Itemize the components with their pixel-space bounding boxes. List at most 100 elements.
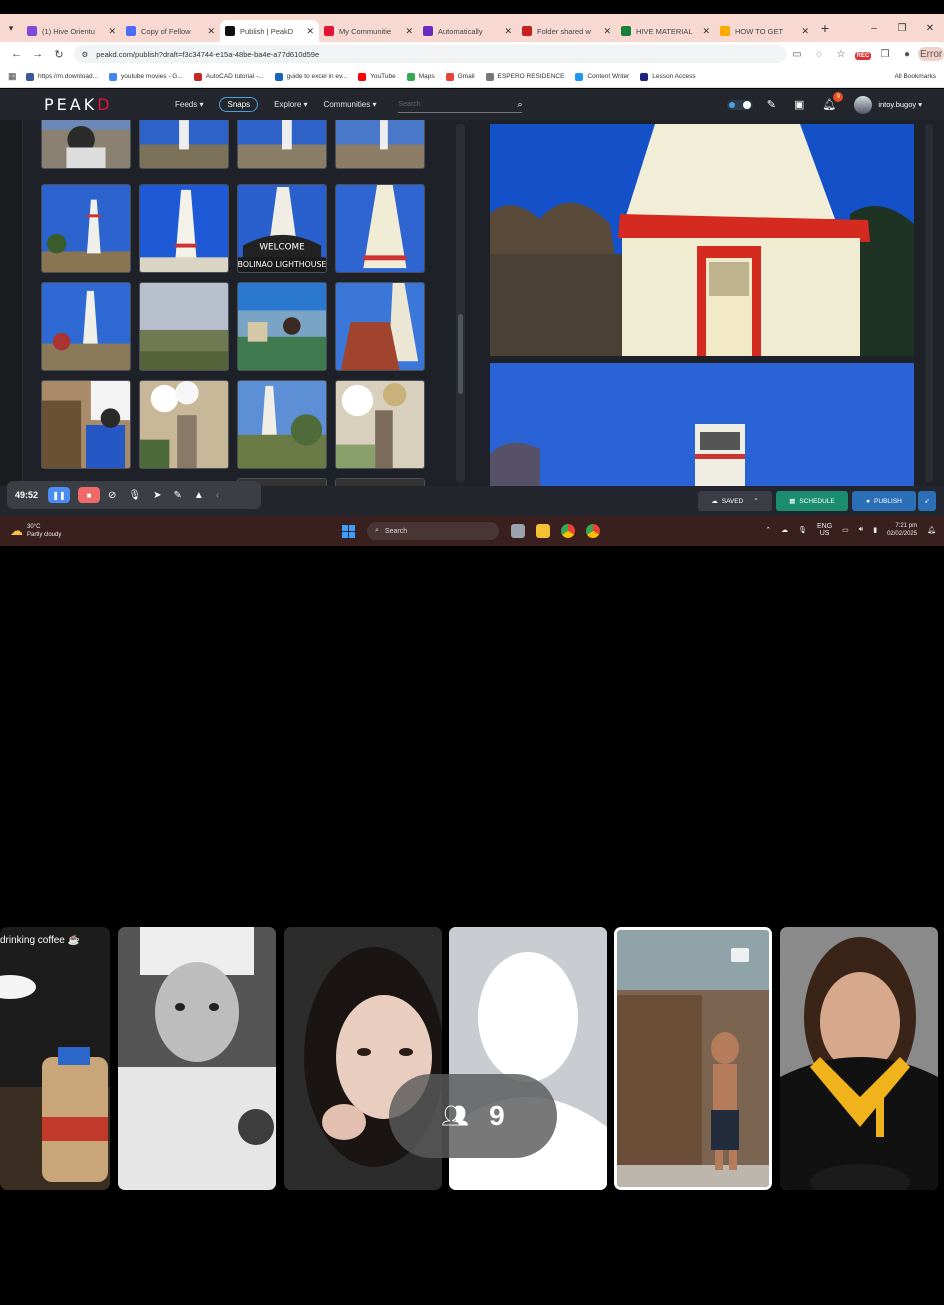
gallery-thumb[interactable] <box>237 282 327 371</box>
collapse-icon[interactable]: ‹ <box>216 490 219 501</box>
gallery-thumb[interactable] <box>335 380 425 469</box>
tab-close-icon[interactable]: ✕ <box>603 26 611 37</box>
gallery-thumb[interactable] <box>139 120 229 169</box>
close-window-icon[interactable]: ✕ <box>916 23 944 34</box>
start-button[interactable] <box>342 524 355 538</box>
gallery-thumb[interactable] <box>335 120 425 169</box>
reload-icon[interactable]: ↻ <box>48 48 69 61</box>
bookmark-item[interactable]: https://m.download... <box>26 72 98 81</box>
bookmark-item[interactable]: Gmail <box>445 72 475 81</box>
tab-close-icon[interactable]: ✕ <box>801 26 809 37</box>
cast-icon[interactable]: ▭ <box>786 49 808 60</box>
chrome-icon[interactable] <box>561 524 575 538</box>
file-explorer-icon[interactable] <box>536 524 550 538</box>
tab-close-icon[interactable]: ✕ <box>405 26 413 37</box>
cursor-icon[interactable]: ➤ <box>153 490 161 501</box>
taskbar-search[interactable]: ⌕ Search <box>367 522 499 540</box>
participant-tile-active[interactable] <box>614 927 772 1190</box>
peakd-logo[interactable]: PEAKD <box>44 95 164 114</box>
browser-tab[interactable]: Publish | PeakD ✕ <box>220 20 319 42</box>
gallery-thumb[interactable] <box>237 380 327 469</box>
gallery-thumb[interactable] <box>335 282 425 371</box>
gallery-thumb[interactable] <box>237 120 327 169</box>
gallery-thumb[interactable] <box>41 380 131 469</box>
tab-close-icon[interactable]: ✕ <box>504 26 512 37</box>
network-icon[interactable]: ▭ <box>842 526 849 534</box>
gallery-thumb[interactable] <box>139 184 229 273</box>
pen-icon[interactable]: ✎ <box>174 490 182 501</box>
bookmark-item[interactable]: Lesson Access <box>640 72 696 81</box>
bookmark-item[interactable]: Content Writer <box>575 72 629 81</box>
participant-tile[interactable] <box>780 927 938 1190</box>
browser-tab[interactable]: (1) Hive Orientu ✕ <box>22 20 121 42</box>
back-icon[interactable]: ← <box>6 48 27 60</box>
bookmark-item[interactable]: AutoCAD tutorial -... <box>193 72 264 81</box>
chrome-profile-icon[interactable] <box>586 524 600 538</box>
preview-scrollbar[interactable] <box>925 124 933 482</box>
search-input[interactable]: Search ⌕ <box>398 97 523 113</box>
microphone-icon[interactable]: 🎙︎ <box>128 490 141 501</box>
site-info-icon[interactable]: ⚙ <box>82 50 89 59</box>
gallery-thumb[interactable] <box>41 282 131 371</box>
publish-button[interactable]: ● PUBLISH <box>852 491 916 511</box>
forward-icon[interactable]: → <box>27 48 48 60</box>
avatar[interactable] <box>854 95 873 114</box>
rocket-icon[interactable]: ➶ <box>918 491 936 511</box>
gallery-thumb[interactable] <box>139 380 229 469</box>
gallery-thumb[interactable] <box>335 184 425 273</box>
highlighter-icon[interactable]: ▲ <box>194 490 204 501</box>
username-menu[interactable]: intoy.bugoy ▾ <box>878 100 922 109</box>
minimize-icon[interactable]: – <box>860 23 888 34</box>
nav-feeds[interactable]: Feeds ▾ <box>175 100 203 109</box>
tab-close-icon[interactable]: ✕ <box>207 26 215 37</box>
gallery-thumb[interactable] <box>41 184 131 273</box>
tab-close-icon[interactable]: ✕ <box>306 26 314 37</box>
search-icon[interactable]: ⌕ <box>517 99 522 110</box>
gallery-thumb[interactable] <box>335 478 425 486</box>
profile-avatar-icon[interactable]: ● <box>896 49 918 60</box>
language-indicator[interactable]: ENG US <box>817 523 832 537</box>
participant-tile[interactable] <box>118 927 276 1190</box>
extension-badge-icon[interactable]: REC <box>852 49 874 60</box>
schedule-button[interactable]: ▦ SCHEDULE <box>776 491 848 511</box>
new-tab-button[interactable]: + <box>814 20 836 36</box>
participant-tile[interactable] <box>0 927 110 1190</box>
nav-snaps[interactable]: Snaps <box>219 97 259 112</box>
mic-tray-icon[interactable]: 🎙︎ <box>798 526 807 534</box>
url-field[interactable]: ⚙ peakd.com/publish?draft=f3c34744-e15a-… <box>73 45 786 63</box>
notification-bell-icon[interactable]: 🔔︎ <box>927 526 936 534</box>
browser-tab[interactable]: Automatically ✕ <box>418 20 517 42</box>
tray-overflow-icon[interactable]: ⌃ <box>765 526 771 534</box>
browser-tab[interactable]: HOW TO GET ✕ <box>715 20 814 42</box>
nav-explore[interactable]: Explore ▾ <box>274 100 307 109</box>
browser-tab[interactable]: HIVE MATERIAL ✕ <box>616 20 715 42</box>
task-view-icon[interactable] <box>511 524 525 538</box>
clock[interactable]: 7:21 pm 02/02/2025 <box>887 522 917 538</box>
pencil-icon[interactable]: ✎ <box>767 98 776 111</box>
volume-icon[interactable]: 🔊︎ <box>859 526 863 534</box>
tab-search-icon[interactable]: ▾ <box>0 18 22 38</box>
all-bookmarks-link[interactable]: All Bookmarks <box>894 73 936 80</box>
chat-icon[interactable]: ▣ <box>794 98 804 111</box>
nav-communities[interactable]: Communities ▾ <box>324 100 377 109</box>
extensions-icon[interactable]: ❒ <box>874 49 896 60</box>
gallery-thumb[interactable] <box>139 282 229 371</box>
gallery-scrollbar[interactable] <box>456 124 465 482</box>
profile-button[interactable]: Error <box>918 47 944 61</box>
tab-close-icon[interactable]: ✕ <box>702 26 710 37</box>
weather-widget[interactable]: ☁ 30°C Partly cloudy <box>10 523 61 539</box>
gallery-thumb[interactable]: WELCOME BOLINAO LIGHTHOUSE <box>237 184 327 273</box>
pause-button[interactable]: ❚❚ <box>48 487 71 503</box>
webcam-off-icon[interactable]: ⊘ <box>108 490 116 501</box>
browser-tab[interactable]: My Communitie ✕ <box>319 20 418 42</box>
bookmark-item[interactable]: ESPERO RESIDENCE <box>485 72 564 81</box>
tab-close-icon[interactable]: ✕ <box>108 26 116 37</box>
bookmark-item[interactable]: YouTube <box>358 72 396 81</box>
gallery-thumb[interactable] <box>41 120 131 169</box>
maximize-icon[interactable]: ❐ <box>888 23 916 34</box>
bookmark-item[interactable]: youtube movies - G... <box>108 72 183 81</box>
theme-toggle[interactable] <box>726 99 753 110</box>
browser-tab[interactable]: Folder shared w ✕ <box>517 20 616 42</box>
cloud-icon[interactable]: ☁ <box>781 526 788 534</box>
bookmark-star-icon[interactable]: ☆ <box>830 49 852 60</box>
